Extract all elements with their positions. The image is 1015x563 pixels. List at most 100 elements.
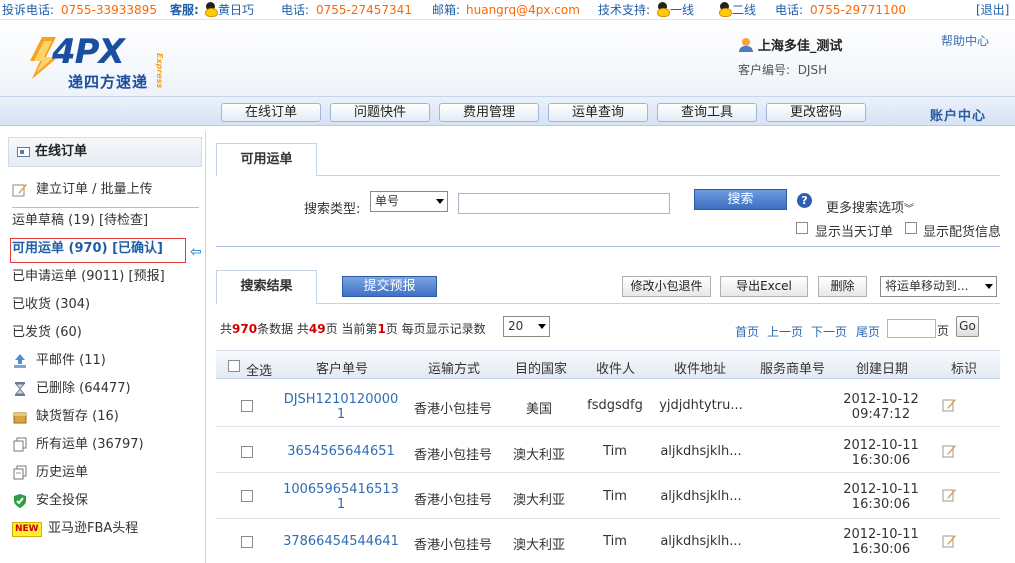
- pager-prev[interactable]: 上一页: [767, 323, 803, 340]
- recipient: Tim: [603, 534, 627, 549]
- service-contact[interactable]: 黄日巧: [204, 0, 254, 20]
- export-excel-button[interactable]: 导出Excel: [720, 276, 808, 297]
- nav-problem-parcels[interactable]: 问题快件: [330, 103, 430, 122]
- sidebar-item-all-orders[interactable]: 所有运单 (36797): [12, 436, 144, 454]
- move-to-select[interactable]: 将运单移动到...: [880, 276, 997, 297]
- recipient: Tim: [603, 444, 627, 459]
- chevron-down-icon: ︾: [904, 204, 915, 215]
- more-search-options[interactable]: 更多搜索选项︾: [826, 197, 914, 216]
- recipient: Tim: [603, 489, 627, 504]
- user-info: 上海多佳_测试: [738, 35, 842, 54]
- tech-line-1[interactable]: 一线: [656, 0, 694, 20]
- hourglass-icon: [14, 382, 26, 396]
- row-checkbox[interactable]: [241, 446, 253, 458]
- search-input[interactable]: [458, 193, 670, 214]
- order-no-link[interactable]: 3654565644651: [282, 444, 400, 459]
- results-stats: 共970条数据 共49页 当前第1页 每页显示记录数: [220, 322, 486, 336]
- tab-available-waybills[interactable]: 可用运单: [216, 143, 317, 177]
- row-checkbox[interactable]: [241, 536, 253, 548]
- col-select-all: 全选: [246, 364, 273, 379]
- logo-subtitle: Express: [155, 53, 164, 89]
- tab-search-results[interactable]: 搜索结果: [216, 270, 317, 304]
- dropdown-arrow-icon: [436, 199, 444, 204]
- help-icon[interactable]: ?: [797, 193, 812, 208]
- recipient: fsdgsdfg: [587, 398, 643, 413]
- dropdown-arrow-icon: [538, 324, 546, 329]
- destination: 澳大利亚: [512, 493, 565, 508]
- shipping-method: 香港小包挂号: [413, 448, 492, 463]
- sidebar-item-amazon-fba[interactable]: NEW 亚马逊FBA头程: [12, 520, 138, 538]
- qq-icon: [656, 2, 670, 17]
- destination: 澳大利亚: [512, 538, 565, 553]
- show-today-checkbox[interactable]: [796, 222, 808, 234]
- sidebar-item-shipped[interactable]: 已发货 (60): [12, 324, 82, 342]
- pager-first[interactable]: 首页: [735, 323, 759, 340]
- sidebar-item-history[interactable]: 历史运单: [12, 464, 88, 482]
- order-no-link[interactable]: DJSH1210120000 1: [282, 392, 400, 422]
- help-center-link[interactable]: 帮助中心: [941, 32, 989, 49]
- user-icon: [738, 38, 754, 52]
- nav-fee-management[interactable]: 费用管理: [439, 103, 539, 122]
- tech-line-2[interactable]: 二线: [718, 0, 756, 20]
- edit-note-icon[interactable]: [942, 397, 957, 412]
- sidebar-item-available[interactable]: 可用运单 (970) [已确认]: [12, 240, 163, 258]
- table-row: DJSH1210120000 1 香港小包挂号 美国 fsdgsdfg yjdj…: [216, 382, 1000, 427]
- order-no-link[interactable]: 10065965416513 1: [282, 482, 400, 512]
- card-icon: [17, 147, 30, 157]
- col-recipient: 收件人: [596, 362, 636, 377]
- sidebar-item-insurance[interactable]: 安全投保: [12, 492, 88, 510]
- logout-link[interactable]: [退出]: [976, 0, 1009, 20]
- page-count: 49: [308, 322, 326, 336]
- edit-note-icon[interactable]: [942, 533, 957, 548]
- customer-code-label: 客户编号:: [738, 63, 791, 77]
- created-date: 2012-10-11 16:30:06: [843, 482, 919, 512]
- email-link[interactable]: huangrq@4px.com: [466, 0, 580, 20]
- shipping-method: 香港小包挂号: [413, 538, 492, 553]
- pager-last[interactable]: 尾页: [856, 323, 880, 340]
- go-button[interactable]: Go: [956, 316, 979, 337]
- nav-change-password[interactable]: 更改密码: [766, 103, 866, 122]
- sidebar-item-received[interactable]: 已收货 (304): [12, 296, 90, 314]
- submit-forecast-button[interactable]: 提交预报: [342, 276, 437, 297]
- search-type-select[interactable]: 单号: [370, 191, 448, 212]
- shipping-method: 香港小包挂号: [413, 402, 492, 417]
- nav-query-tools[interactable]: 查询工具: [657, 103, 757, 122]
- dropdown-arrow-icon: [985, 284, 993, 289]
- show-distribution-checkbox[interactable]: [905, 222, 917, 234]
- pager-next[interactable]: 下一页: [811, 323, 847, 340]
- sidebar-item-flat-mail[interactable]: 平邮件 (11): [12, 352, 106, 370]
- address: yjdjdhtytru...: [659, 398, 743, 413]
- show-today-label: 显示当天订单: [815, 225, 894, 240]
- nav-online-orders[interactable]: 在线订单: [221, 103, 321, 122]
- current-page: 1: [377, 322, 386, 336]
- created-date: 2012-10-11 16:30:06: [843, 527, 919, 557]
- row-checkbox[interactable]: [241, 490, 253, 502]
- edit-note-icon[interactable]: [942, 487, 957, 502]
- row-checkbox[interactable]: [241, 400, 253, 412]
- account-center[interactable]: 账户中心: [930, 105, 986, 124]
- phone-label-2: 电话:: [775, 3, 804, 17]
- destination: 美国: [525, 402, 552, 417]
- nav-waybill-query[interactable]: 运单查询: [548, 103, 648, 122]
- address: aljkdhsjklh...: [660, 489, 742, 504]
- order-no-link[interactable]: 37866454544641: [282, 534, 400, 549]
- table-row: 3654565644651 香港小包挂号 澳大利亚 Tim aljkdhsjkl…: [216, 428, 1000, 473]
- per-page-select[interactable]: 20: [503, 316, 550, 337]
- shipping-method: 香港小包挂号: [413, 493, 492, 508]
- sidebar-divider: [12, 207, 199, 208]
- address: aljkdhsjklh...: [660, 444, 742, 459]
- phone-label-1: 电话:: [281, 3, 310, 17]
- sidebar-item-deleted[interactable]: 已删除 (64477): [12, 380, 131, 398]
- delete-button[interactable]: 删除: [818, 276, 867, 297]
- search-button[interactable]: 搜索: [694, 189, 787, 210]
- page-number-input[interactable]: [887, 319, 936, 338]
- search-type-label: 搜索类型:: [304, 202, 361, 217]
- edit-note-icon[interactable]: [942, 443, 957, 458]
- select-all-checkbox[interactable]: [228, 360, 240, 372]
- sidebar-item-out-of-stock[interactable]: 缺货暂存 (16): [12, 408, 119, 426]
- sidebar-item-applied[interactable]: 已申请运单 (9011) [预报]: [12, 268, 165, 286]
- modify-small-package-button[interactable]: 修改小包退件: [622, 276, 711, 297]
- sidebar-item-create-order[interactable]: 建立订单 / 批量上传: [12, 181, 153, 199]
- sidebar-item-draft[interactable]: 运单草稿 (19) [待检查]: [12, 212, 148, 230]
- top-info-bar: 投诉电话: 0755-33933895 客服: 黄日巧 电话: 0755-274…: [0, 0, 1015, 20]
